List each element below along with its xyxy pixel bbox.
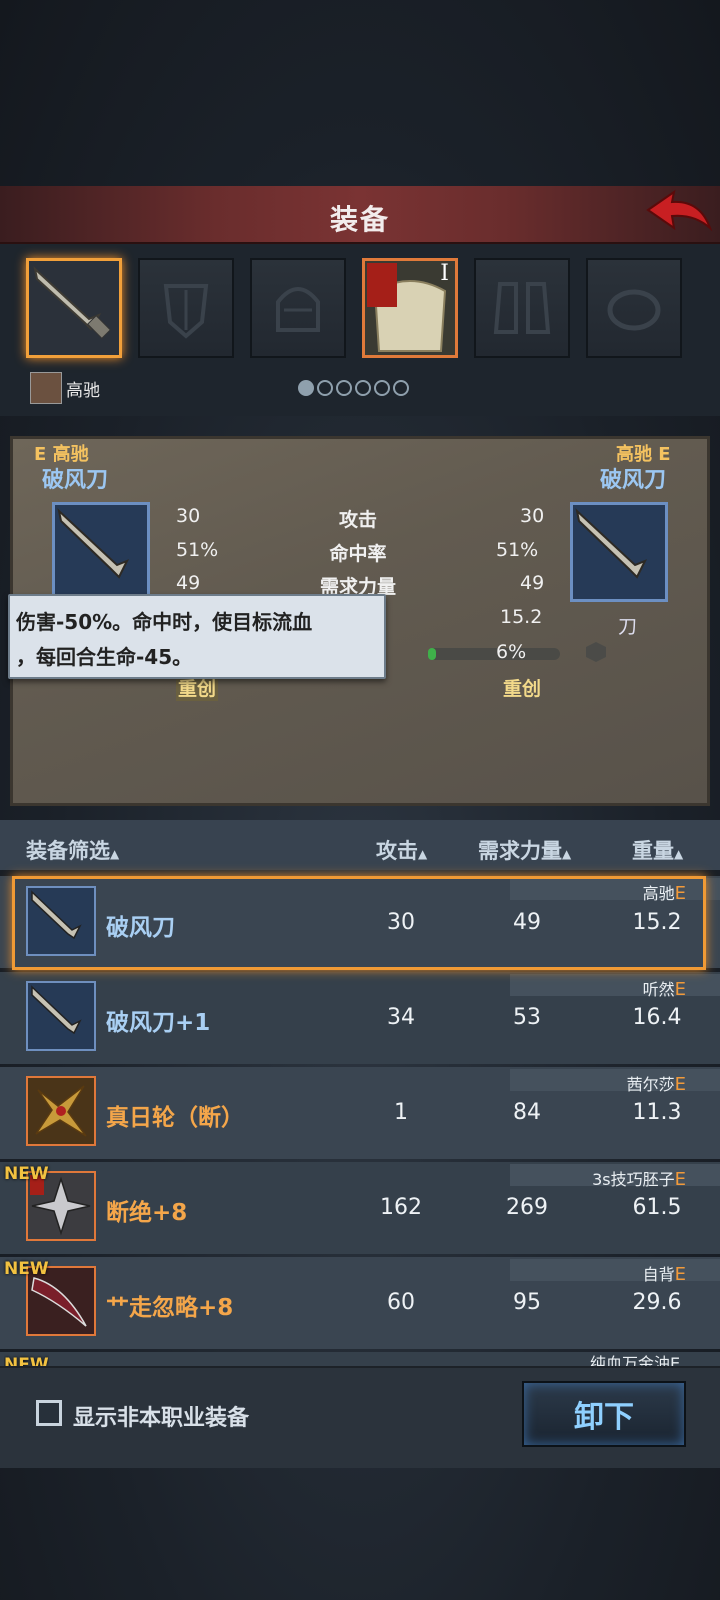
row-owner: 茜尔莎E [626,1074,686,1095]
stat-left-value: 30 [176,505,201,527]
page-title: 装备 [329,203,390,236]
crit-bar-fill [428,648,436,660]
shield-slot[interactable] [138,258,234,358]
unequip-button[interactable]: 卸下 [522,1381,686,1447]
page-dot [393,380,409,396]
item-name: 真日轮（断） [106,1105,244,1131]
tooltip-text: 伤害-50%。命中时，使目标流血 ，每回合生命-45。 [16,605,378,675]
stat-right-value: 重创 [503,678,542,700]
blade-icon [33,266,112,340]
page-dot [317,380,333,396]
stat-left-value: 49 [176,572,201,594]
sun-wheel-icon [35,1085,87,1137]
stat-right-value: 51% [496,539,539,561]
back-arrow-icon [646,189,713,232]
page-dot [298,380,314,396]
left-item-name: 破风刀 [42,468,109,493]
boots-icon [493,282,551,334]
stat-label: 命中率 [329,543,387,565]
item-weight: 16.4 [632,1005,682,1030]
armor-slot[interactable]: I [362,258,458,358]
weight-sort-button[interactable]: 重量▲ [632,835,683,865]
stat-right-value: 30 [520,505,545,527]
right-item-image [570,502,668,602]
item-thumbnail [26,981,96,1051]
boots-slot[interactable] [474,258,570,358]
tooltip-line: ，每回合生命-45。 [16,645,193,669]
item-name: 艹走忽略+8 [106,1295,234,1321]
selected-row-highlight [12,876,706,970]
left-item-image [52,502,150,602]
faction-banner-icon [367,263,397,307]
item-attack: 1 [394,1100,408,1125]
item-attack: 162 [380,1195,422,1220]
stat-right-value: 15.2 [500,606,543,628]
blade-icon [31,985,82,1035]
stat-right-value: 49 [520,572,545,594]
item-name: 断绝+8 [106,1200,188,1226]
back-button[interactable] [644,188,714,240]
page-dot [336,380,352,396]
show-other-class-checkbox[interactable] [36,1400,62,1426]
attack-sort-button[interactable]: 攻击▲ [376,835,427,865]
item-weight: 61.5 [632,1195,682,1220]
right-item-name: 破风刀 [600,468,667,493]
new-badge: NEW [4,1259,49,1279]
tier-numeral: I [440,261,449,286]
row-owner: 听然E [642,979,686,1000]
row-owner: 3s技巧胚子E [592,1169,686,1190]
item-weight: 11.3 [632,1100,682,1125]
stat-label: 攻击 [338,509,377,531]
blade-icon [57,508,130,579]
filter-sort-button[interactable]: 装备筛选▲ [26,835,119,865]
crit-bar [428,648,560,660]
item-strength: 95 [513,1290,541,1315]
ring-icon [607,289,661,331]
item-attack: 60 [387,1290,415,1315]
item-strength: 84 [513,1100,541,1125]
helmet-slot[interactable] [250,258,346,358]
row-owner: 纯血万金油E [590,1354,681,1366]
row-owner: 自背E [642,1264,686,1285]
owner-name: 高驰 [66,381,100,401]
page-indicator [298,380,412,400]
right-item-type: 刀 [618,616,638,638]
item-thumbnail [26,1076,96,1146]
helmet-icon [276,287,320,332]
strength-sort-button[interactable]: 需求力量▲ [478,835,571,865]
checkbox-label: 显示非本职业装备 [73,1406,250,1431]
item-attack: 34 [387,1005,415,1030]
page-dot [374,380,390,396]
blade-icon [575,508,648,579]
item-weight: 29.6 [632,1290,682,1315]
weapon-slot[interactable] [26,258,122,358]
tooltip-line: 伤害-50%。命中时，使目标流血 [16,610,313,634]
ring-slot[interactable] [586,258,682,358]
stat-right-value: 6% [496,641,527,663]
item-name: 破风刀+1 [106,1010,211,1036]
avatar [30,372,62,404]
shield-icon [163,284,209,339]
page-dot [355,380,371,396]
new-badge: NEW [4,1355,49,1366]
item-strength: 269 [506,1195,548,1220]
item-strength: 53 [513,1005,541,1030]
new-badge: NEW [4,1164,49,1184]
stat-left-value: 51% [176,539,219,561]
